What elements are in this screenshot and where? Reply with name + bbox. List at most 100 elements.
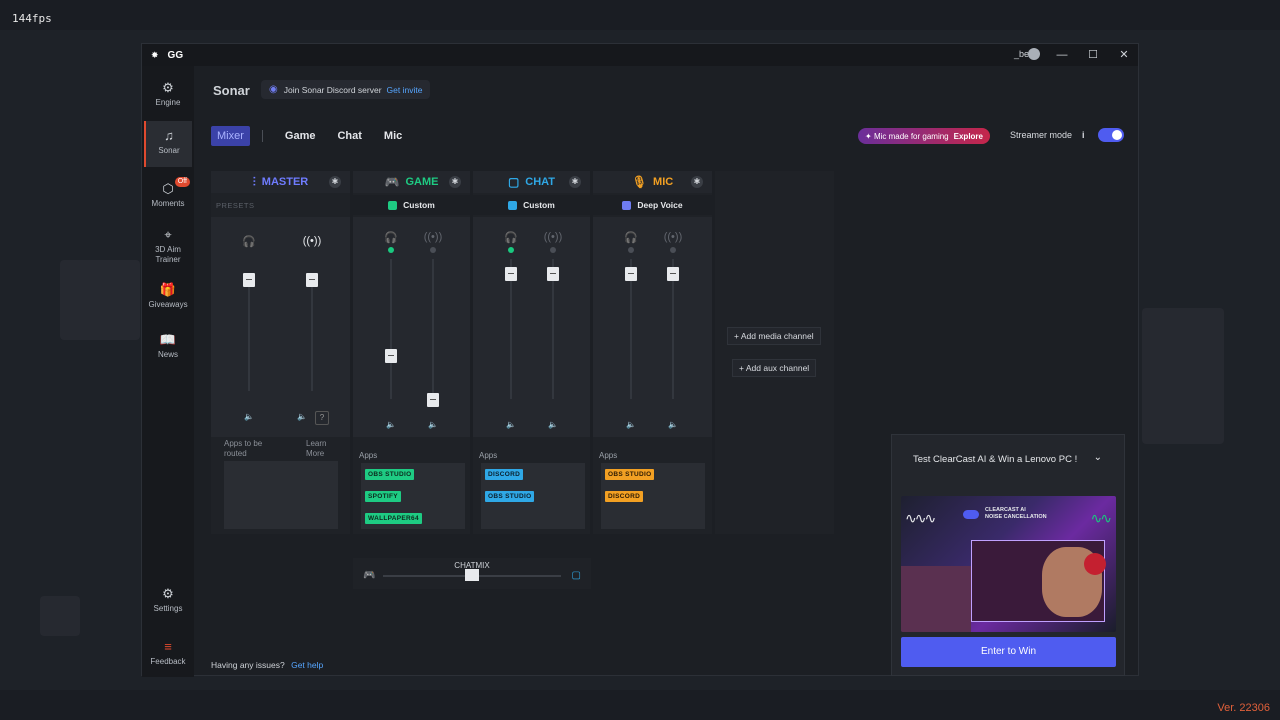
preset-icon <box>622 200 632 210</box>
tab-game[interactable]: Game <box>285 130 316 142</box>
sidebar-item-sonar[interactable]: ♫ Sonar <box>144 121 192 167</box>
sidebar-item-giveaways[interactable]: 🎁 Giveaways <box>144 282 192 310</box>
status-badge: Off <box>174 177 190 187</box>
add-aux-channel-button[interactable]: + Add aux channel <box>732 359 817 377</box>
fader-handle[interactable] <box>385 349 397 363</box>
app-chip[interactable]: OBS STUDIO <box>485 491 535 502</box>
broadcast-icon: ((•)) <box>543 231 563 243</box>
sidebar-item-aim-trainer[interactable]: ⌖ 3D Aim Trainer <box>144 227 192 265</box>
add-media-channel-button[interactable]: + Add media channel <box>727 327 821 345</box>
fader-handle[interactable] <box>427 393 439 407</box>
status-dot <box>508 247 514 253</box>
fader-area: 🎧 🔈 ((•)) 🔈 <box>473 217 590 437</box>
sidebar-item-moments[interactable]: ⬡ Moments Off <box>144 177 192 209</box>
chatmix-handle[interactable] <box>465 569 479 581</box>
fader-track[interactable] <box>390 259 392 399</box>
mic-promo-pill[interactable]: ✦ Mic made for gaming Explore <box>858 128 990 144</box>
game-apps-box: OBS STUDIO SPOTIFY WALLPAPER64 <box>361 463 465 529</box>
video-frame <box>971 540 1106 622</box>
app-title: GG <box>167 49 184 61</box>
tab-mixer[interactable]: Mixer <box>211 126 250 146</box>
waveform-icon: ∿∿∿ <box>905 510 936 526</box>
broadcast-icon: ((•)) <box>423 231 443 243</box>
presets-label: PRESETS <box>216 201 255 210</box>
fader-handle[interactable] <box>625 267 637 281</box>
app-chip[interactable]: DISCORD <box>605 491 644 502</box>
close-button[interactable]: ✕ <box>1116 47 1132 63</box>
volume-icon[interactable]: 🔈 <box>504 419 518 431</box>
streamer-mode-label: Streamer mode <box>1010 130 1073 140</box>
fader-handle[interactable] <box>306 273 318 287</box>
sidebar-item-feedback[interactable]: ≡ Feedback <box>144 639 192 667</box>
preset-selector[interactable]: Custom <box>473 195 590 215</box>
app-chip[interactable]: OBS STUDIO <box>365 469 415 480</box>
sliders-icon: ⫶ <box>252 174 256 189</box>
sidebar-item-engine[interactable]: ⚙ Engine <box>144 80 192 108</box>
chevron-down-icon[interactable]: ⌄ <box>1094 452 1102 463</box>
titlebar[interactable]: ✸ GG _be5 — ☐ ✕ <box>142 44 1138 66</box>
gear-icon[interactable]: ✱ <box>569 176 581 188</box>
waveform-icon: ∿∿ <box>1090 510 1113 526</box>
discord-icon: ◉ <box>269 84 278 95</box>
volume-icon[interactable]: 🔈 <box>546 419 560 431</box>
maximize-button[interactable]: ☐ <box>1085 47 1101 63</box>
sidebar-item-news[interactable]: 📖 News <box>144 332 192 360</box>
fader-handle[interactable] <box>505 267 517 281</box>
get-invite-link[interactable]: Get invite <box>387 85 423 95</box>
volume-icon[interactable]: 🔈 <box>295 411 309 423</box>
streamer-mode-toggle[interactable] <box>1098 128 1124 142</box>
status-dot <box>670 247 676 253</box>
volume-icon[interactable]: 🔈 <box>426 419 440 431</box>
apps-label: Apps <box>479 451 498 460</box>
preset-selector[interactable]: Custom <box>353 195 470 215</box>
toggle-knob <box>1112 130 1122 140</box>
app-chip[interactable]: SPOTIFY <box>365 491 401 502</box>
minimize-button[interactable]: — <box>1054 47 1070 63</box>
headphones-icon: 🎧 <box>384 232 398 244</box>
add-channel-area: + Add media channel + Add aux channel <box>715 171 834 534</box>
info-icon[interactable]: i <box>1082 130 1085 140</box>
gear-icon: ⚙ <box>162 586 174 601</box>
gear-icon[interactable]: ✱ <box>691 176 703 188</box>
fader-track[interactable] <box>311 273 313 391</box>
learn-more-link[interactable]: Learn More <box>306 439 336 459</box>
get-help-link[interactable]: Get help <box>291 660 323 670</box>
fader-handle[interactable] <box>547 267 559 281</box>
fader-handle[interactable] <box>667 267 679 281</box>
volume-icon[interactable]: 🔈 <box>384 419 398 431</box>
preset-selector[interactable]: Deep Voice <box>593 195 712 215</box>
enter-to-win-button[interactable]: Enter to Win <box>901 637 1116 667</box>
app-chip[interactable]: OBS STUDIO <box>605 469 655 480</box>
fader-track[interactable] <box>248 273 250 391</box>
sonar-icon: ♫ <box>164 128 174 143</box>
chatmix-slider[interactable]: CHATMIX 🎮 ▢ <box>353 558 591 589</box>
gamer-photo <box>901 566 971 632</box>
app-chip[interactable]: WALLPAPER64 <box>365 513 422 524</box>
sidebar-item-settings[interactable]: ⚙ Settings <box>144 586 192 614</box>
explore-link[interactable]: Explore <box>954 132 983 141</box>
volume-icon[interactable]: 🔈 <box>242 411 256 423</box>
background-card <box>60 260 140 340</box>
gear-icon[interactable]: ✱ <box>449 176 461 188</box>
tab-chat[interactable]: Chat <box>337 130 361 142</box>
apps-label: Apps <box>359 451 378 460</box>
broadcast-icon: ((•)) <box>302 235 322 247</box>
feedback-icon: ≡ <box>164 639 172 654</box>
background-card <box>1142 308 1224 444</box>
tab-mic[interactable]: Mic <box>384 130 402 142</box>
mixer-panel: ⫶ MASTER ✱ PRESETS 🎧 🔈 ((•)) 🔈 ? Apps to… <box>211 171 835 534</box>
fader-handle[interactable] <box>243 273 255 287</box>
fader-track[interactable] <box>432 259 434 399</box>
book-icon: 📖 <box>159 332 177 347</box>
volume-icon[interactable]: 🔈 <box>624 419 638 431</box>
chat-apps-box: DISCORD OBS STUDIO <box>481 463 585 529</box>
help-icon[interactable]: ? <box>315 411 329 425</box>
chat-bubble-icon: ▢ <box>507 175 520 189</box>
volume-icon[interactable]: 🔈 <box>666 419 680 431</box>
crosshair-icon: ⌖ <box>164 227 172 242</box>
gear-icon[interactable]: ✱ <box>329 176 341 188</box>
app-chip[interactable]: DISCORD <box>485 469 524 480</box>
status-dot <box>430 247 436 253</box>
discord-banner[interactable]: ◉ Join Sonar Discord server Get invite <box>261 80 431 99</box>
avatar[interactable] <box>1028 48 1040 60</box>
